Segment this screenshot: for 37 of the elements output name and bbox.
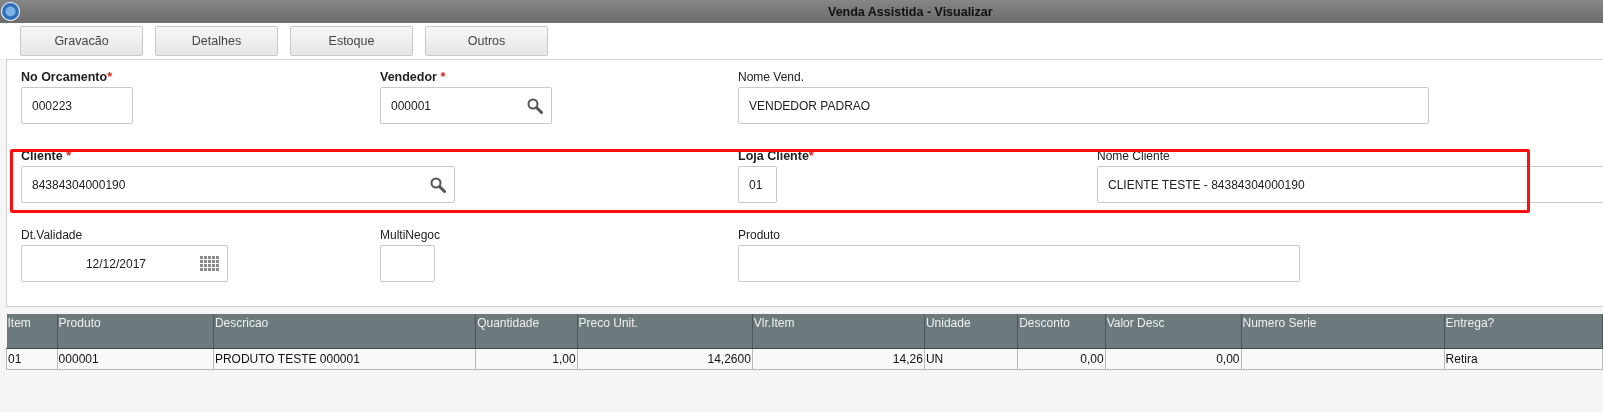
input-field[interactable]	[380, 245, 435, 282]
column-header[interactable]: Quantidade	[475, 314, 578, 348]
column-header[interactable]: Preco Unit.	[577, 314, 753, 348]
column-header[interactable]: Descricao	[213, 314, 476, 348]
column-header[interactable]: Unidade	[924, 314, 1018, 348]
column-header[interactable]: Numero Serie	[1241, 314, 1445, 348]
search-icon[interactable]	[430, 176, 446, 193]
column-header[interactable]: Vlr.Item	[752, 314, 925, 348]
table-cell: PRODUTO TESTE 000001	[213, 348, 476, 369]
column-header[interactable]: Item	[6, 314, 58, 348]
toolbar-button[interactable]: Detalhes	[155, 26, 278, 56]
toolbar-button[interactable]: Outros	[425, 26, 548, 56]
field-label: MultiNegoc	[380, 228, 442, 242]
input-field[interactable]: 01	[738, 166, 777, 203]
search-icon[interactable]	[527, 97, 543, 114]
app-logo-icon	[1, 2, 20, 21]
toolbar-button[interactable]: Estoque	[290, 26, 413, 56]
field-label: Produto	[738, 228, 782, 242]
window-title: Venda Assistida - Visualizar	[828, 4, 993, 19]
field-label: Vendedor *	[380, 70, 447, 84]
field-label: Nome Vend.	[738, 70, 806, 84]
column-header[interactable]: Entrega?	[1444, 314, 1603, 348]
column-header[interactable]: Valor Desc	[1105, 314, 1241, 348]
calendar-icon[interactable]	[200, 256, 219, 271]
column-header[interactable]: Desconto	[1017, 314, 1106, 348]
input-field[interactable]: CLIENTE TESTE - 84384304000190	[1097, 166, 1603, 203]
input-field[interactable]: 000223	[21, 87, 133, 124]
table-cell: 01	[6, 348, 58, 369]
input-field[interactable]: 84384304000190	[21, 166, 455, 203]
date-field[interactable]: 12/12/2017	[21, 245, 228, 282]
toolbar-button[interactable]: Gravacão	[20, 26, 143, 56]
field-label: No Orcamento*	[21, 70, 113, 84]
input-field[interactable]: 000001	[380, 87, 552, 124]
column-header[interactable]: Produto	[57, 314, 214, 348]
input-field[interactable]	[738, 245, 1300, 282]
field-label: Dt.Validade	[21, 228, 84, 242]
input-field[interactable]: VENDEDOR PADRAO	[738, 87, 1429, 124]
